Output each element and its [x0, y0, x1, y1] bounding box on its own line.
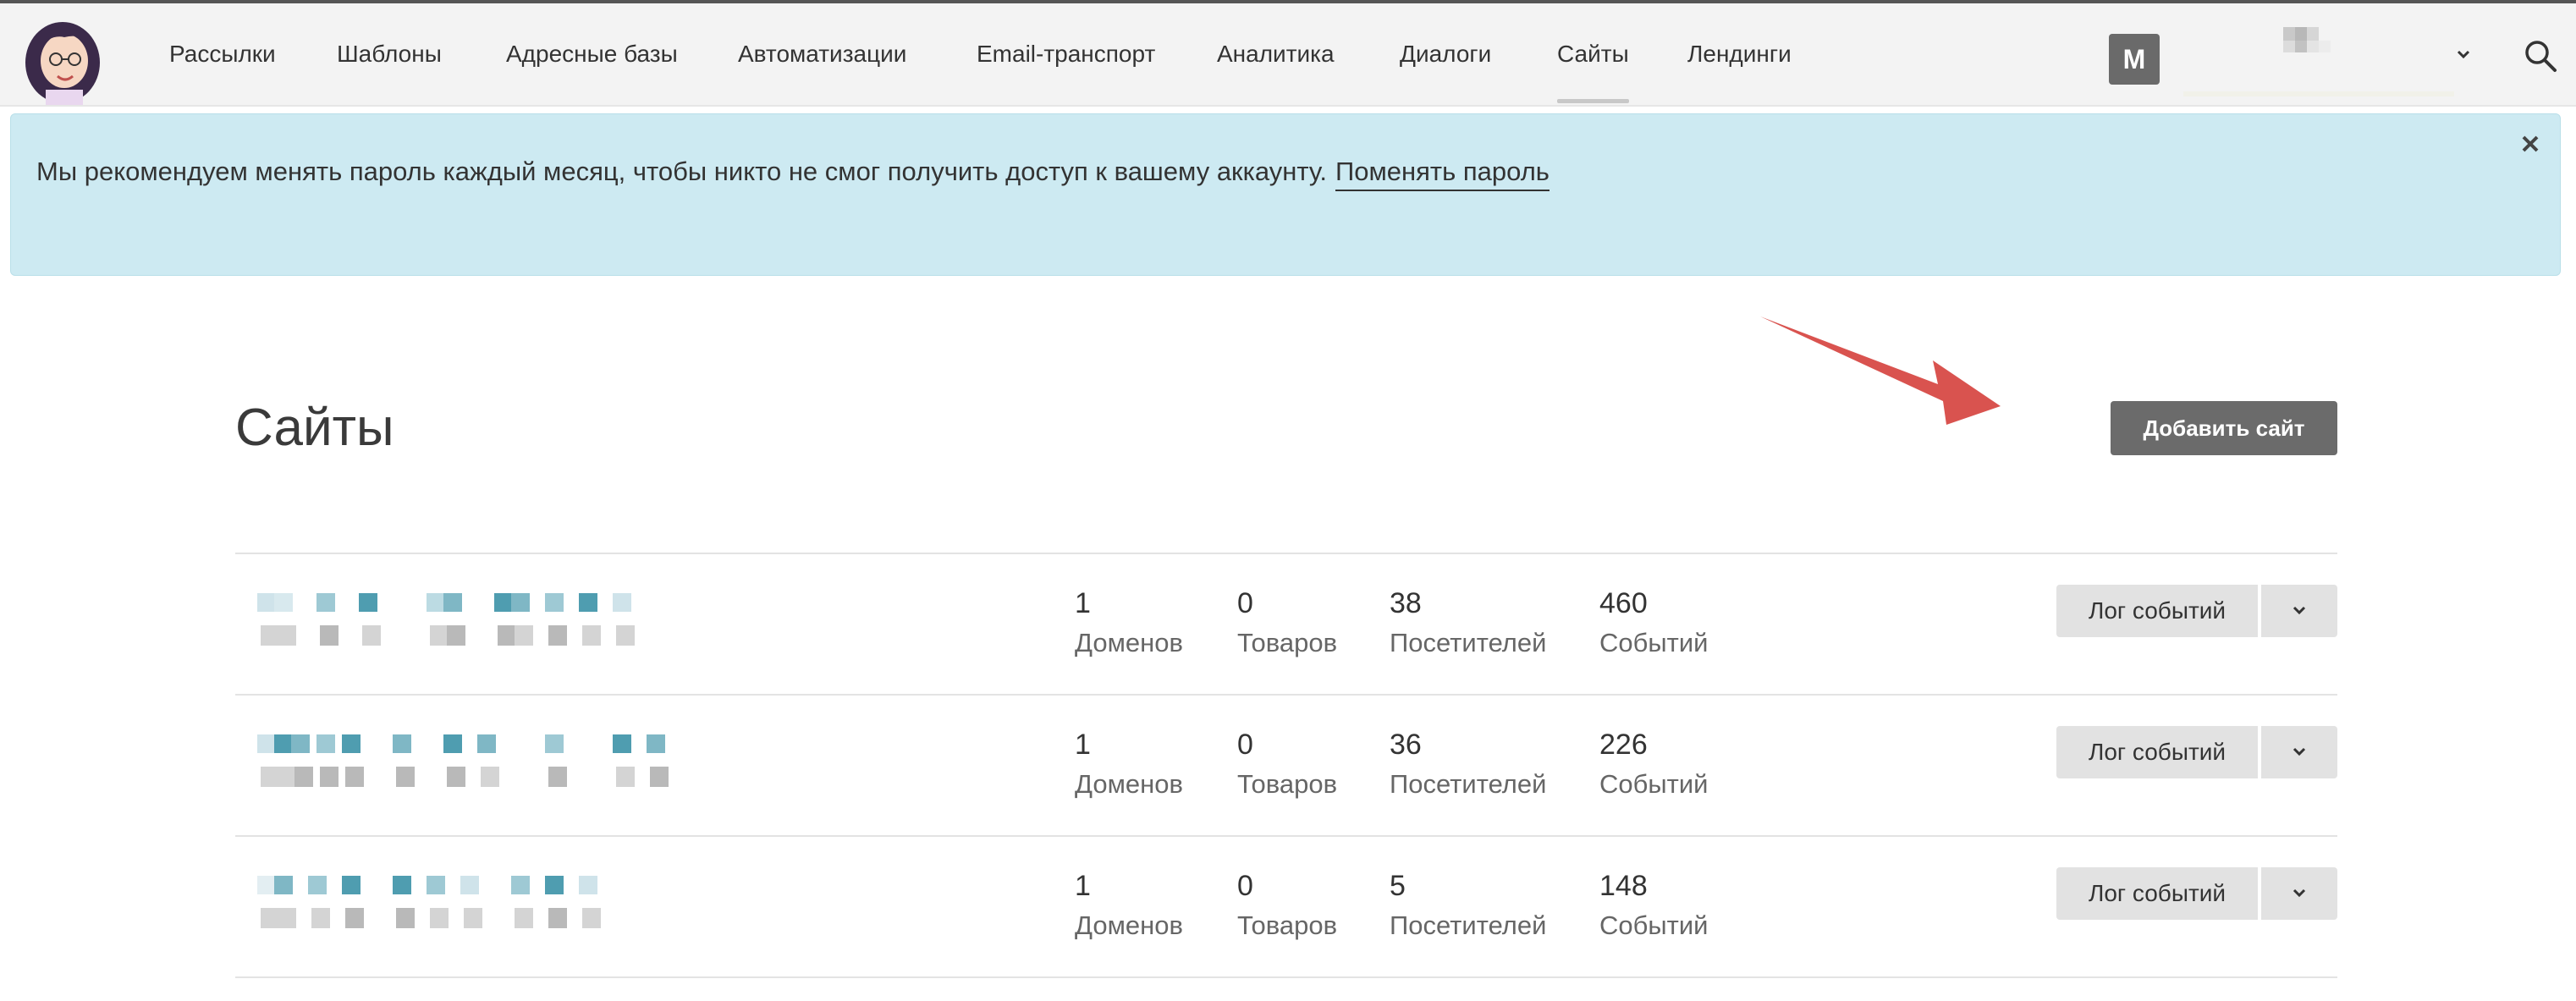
add-site-button[interactable]: Добавить сайт	[2111, 401, 2337, 455]
row-actions-dropdown[interactable]	[2261, 585, 2337, 637]
stat-value: 148	[1599, 870, 1648, 902]
stat-events: 460 Событий	[1599, 586, 1709, 661]
stat-value: 1	[1075, 587, 1091, 619]
alert-message: Мы рекомендуем менять пароль каждый меся…	[36, 157, 1549, 191]
chevron-down-icon	[2293, 606, 2306, 614]
password-alert: Мы рекомендуем менять пароль каждый меся…	[10, 113, 2561, 276]
site-name-redacted[interactable]	[240, 729, 714, 806]
stat-value: 0	[1237, 870, 1253, 902]
stat-visitors: 36 Посетителей	[1390, 728, 1546, 802]
nav-item-7[interactable]: Сайты	[1557, 3, 1629, 105]
stat-label: Доменов	[1075, 628, 1183, 657]
stat-label: Доменов	[1075, 910, 1183, 940]
stat-visitors: 38 Посетителей	[1390, 586, 1546, 661]
close-icon[interactable]	[2519, 133, 2541, 155]
account-avatar[interactable]: M	[2109, 34, 2160, 85]
chevron-down-icon	[2293, 888, 2306, 897]
stat-label: Событий	[1599, 769, 1709, 799]
stat-value: 460	[1599, 587, 1648, 619]
site-name-redacted[interactable]	[240, 871, 714, 947]
nav-item-5[interactable]: Аналитика	[1217, 3, 1335, 105]
stat-events: 226 Событий	[1599, 728, 1709, 802]
nav-item-0[interactable]: Рассылки	[169, 3, 276, 105]
nav-item-8[interactable]: Лендинги	[1687, 3, 1792, 105]
event-log-button[interactable]: Лог событий	[2056, 585, 2258, 637]
chevron-down-icon[interactable]	[2451, 42, 2476, 68]
nav-item-3[interactable]: Автоматизации	[738, 3, 906, 105]
nav-item-2[interactable]: Адресные базы	[506, 3, 678, 105]
event-log-button[interactable]: Лог событий	[2056, 726, 2258, 778]
site-name-redacted[interactable]	[240, 588, 714, 664]
table-row: 1 Доменов 0 Товаров 36 Посетителей 226 Событий Л…	[235, 694, 2337, 835]
top-navigation: Рассылки Шаблоны Адресные базы Автоматизаци…	[0, 3, 2576, 107]
stat-domains: 1 Доменов	[1075, 586, 1183, 661]
stat-value: 5	[1390, 870, 1406, 902]
stat-domains: 1 Доменов	[1075, 869, 1183, 943]
stat-products: 0 Товаров	[1237, 586, 1337, 661]
nav-item-1[interactable]: Шаблоны	[337, 3, 442, 105]
chevron-down-icon	[2293, 747, 2306, 756]
stat-label: Товаров	[1237, 910, 1338, 940]
stat-visitors: 5 Посетителей	[1390, 869, 1546, 943]
table-row: 1 Доменов 0 Товаров 5 Посетителей 148 Событий Ло…	[235, 835, 2337, 978]
red-arrow-annotation	[1760, 316, 2001, 425]
stat-label: Событий	[1599, 910, 1709, 940]
stat-label: Посетителей	[1390, 628, 1547, 657]
stat-products: 0 Товаров	[1237, 869, 1337, 943]
nav-item-6[interactable]: Диалоги	[1400, 3, 1491, 105]
stat-label: Товаров	[1237, 628, 1338, 657]
stat-label: Событий	[1599, 628, 1709, 657]
change-password-link[interactable]: Поменять пароль	[1335, 157, 1549, 191]
stat-value: 226	[1599, 729, 1648, 761]
stat-domains: 1 Доменов	[1075, 728, 1183, 802]
stat-value: 36	[1390, 729, 1422, 761]
stat-label: Посетителей	[1390, 910, 1547, 940]
account-name-redacted[interactable]	[2183, 22, 2454, 98]
stat-value: 1	[1075, 729, 1091, 761]
stat-value: 0	[1237, 587, 1253, 619]
logo-avatar[interactable]	[12, 8, 113, 105]
row-actions-dropdown[interactable]	[2261, 726, 2337, 778]
stat-value: 38	[1390, 587, 1422, 619]
row-actions-dropdown[interactable]	[2261, 867, 2337, 920]
event-log-button[interactable]: Лог событий	[2056, 867, 2258, 920]
stat-value: 0	[1237, 729, 1253, 761]
stat-events: 148 Событий	[1599, 869, 1709, 943]
stat-products: 0 Товаров	[1237, 728, 1337, 802]
table-row: 1 Доменов 0 Товаров 38 Посетителей 460 Событий Л…	[235, 553, 2337, 694]
search-icon[interactable]	[2522, 37, 2559, 74]
nav-item-4[interactable]: Email-транспорт	[977, 3, 1155, 105]
page-title: Сайты	[235, 399, 394, 457]
alert-text: Мы рекомендуем менять пароль каждый меся…	[36, 157, 1327, 186]
stat-label: Доменов	[1075, 769, 1183, 799]
sites-table: 1 Доменов 0 Товаров 38 Посетителей 460 Событий Л…	[235, 553, 2337, 978]
stat-value: 1	[1075, 870, 1091, 902]
stat-label: Товаров	[1237, 769, 1338, 799]
stat-label: Посетителей	[1390, 769, 1547, 799]
